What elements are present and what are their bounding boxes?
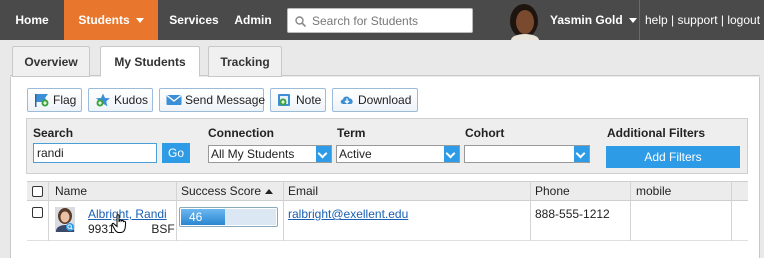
column-divider bbox=[176, 181, 177, 241]
download-button[interactable]: Download bbox=[332, 88, 418, 112]
additional-filters-label: Additional Filters bbox=[607, 126, 706, 140]
flag-icon bbox=[35, 94, 49, 107]
student-search-input[interactable] bbox=[312, 12, 468, 30]
column-divider bbox=[530, 181, 531, 241]
tab-overview[interactable]: Overview bbox=[12, 46, 90, 77]
help-links: help | support | logout bbox=[645, 0, 760, 40]
row-select-checkbox[interactable] bbox=[32, 207, 43, 218]
support-link[interactable]: support bbox=[678, 13, 718, 27]
envelope-icon bbox=[166, 94, 182, 105]
note-button-label: Note bbox=[296, 93, 322, 107]
note-button[interactable]: Note bbox=[270, 88, 326, 112]
star-plus-icon bbox=[96, 93, 110, 107]
connection-filter-label: Connection bbox=[208, 126, 274, 140]
nav-services[interactable]: Services bbox=[158, 0, 230, 40]
logout-link[interactable]: logout bbox=[727, 13, 760, 27]
column-header-phone[interactable]: Phone bbox=[535, 181, 570, 201]
name-search-field[interactable] bbox=[33, 143, 157, 163]
phone-number: 888-555-1212 bbox=[535, 207, 610, 221]
pointer-hand-cursor-icon bbox=[111, 214, 127, 233]
kudos-button[interactable]: Kudos bbox=[88, 88, 153, 112]
column-header-email[interactable]: Email bbox=[288, 181, 318, 201]
term-select-value: Active bbox=[339, 147, 372, 161]
user-menu[interactable]: Yasmin Gold bbox=[550, 0, 637, 40]
top-navigation-bar: Home Students Services Admin Yasmin Gold… bbox=[0, 0, 764, 40]
cohort-filter-label: Cohort bbox=[465, 126, 505, 140]
column-divider bbox=[283, 181, 284, 241]
column-divider bbox=[48, 181, 49, 241]
go-button[interactable]: Go bbox=[162, 143, 190, 163]
flag-button-label: Flag bbox=[53, 93, 77, 107]
tab-my-students[interactable]: My Students bbox=[100, 46, 200, 77]
student-search-box[interactable] bbox=[287, 8, 473, 33]
chevron-down-icon bbox=[574, 146, 589, 162]
success-score-fill bbox=[181, 209, 225, 225]
success-score-bar[interactable]: 46 bbox=[179, 207, 278, 227]
add-filters-button[interactable]: Add Filters bbox=[606, 146, 740, 168]
student-photo[interactable] bbox=[55, 207, 75, 232]
sort-ascending-icon bbox=[265, 189, 274, 195]
connection-select-value: All My Students bbox=[211, 147, 295, 161]
term-filter-label: Term bbox=[337, 126, 366, 140]
nav-students[interactable]: Students bbox=[64, 0, 158, 40]
nav-divider bbox=[639, 0, 640, 40]
flag-button[interactable]: Flag bbox=[27, 88, 82, 112]
email-link[interactable]: ralbright@exellent.edu bbox=[288, 207, 408, 221]
chevron-down-icon bbox=[444, 146, 459, 162]
tab-tracking[interactable]: Tracking bbox=[208, 46, 282, 77]
note-plus-icon bbox=[278, 94, 290, 106]
cloud-download-icon bbox=[340, 96, 353, 104]
link-separator: | bbox=[720, 13, 724, 27]
search-filter-label: Search bbox=[33, 126, 74, 140]
column-header-success-score[interactable]: Success Score bbox=[181, 181, 274, 201]
success-score-value: 46 bbox=[189, 210, 203, 224]
kudos-button-label: Kudos bbox=[114, 93, 149, 107]
download-button-label: Download bbox=[358, 93, 412, 107]
send-message-button-label: Send Message bbox=[185, 93, 266, 107]
nav-home[interactable]: Home bbox=[0, 0, 64, 40]
nav-students-label: Students bbox=[78, 13, 130, 27]
link-separator: | bbox=[671, 13, 675, 27]
chevron-down-icon bbox=[135, 18, 144, 24]
nav-admin[interactable]: Admin bbox=[230, 0, 276, 40]
column-divider bbox=[630, 181, 631, 241]
user-avatar[interactable] bbox=[503, 0, 543, 40]
tab-bar: Overview My Students Tracking bbox=[10, 46, 760, 77]
connection-select[interactable]: All My Students bbox=[208, 145, 332, 163]
cohort-select[interactable] bbox=[464, 145, 590, 163]
column-divider bbox=[731, 181, 732, 241]
select-all-checkbox[interactable] bbox=[32, 186, 43, 197]
student-id: 9931 BSF bbox=[88, 222, 175, 236]
chevron-down-icon bbox=[316, 146, 331, 162]
search-icon bbox=[295, 16, 306, 27]
chevron-down-icon bbox=[628, 18, 637, 24]
column-header-success-score-label: Success Score bbox=[181, 184, 262, 198]
term-select[interactable]: Active bbox=[336, 145, 460, 163]
column-header-name[interactable]: Name bbox=[55, 181, 87, 201]
send-message-button[interactable]: Send Message bbox=[159, 88, 266, 112]
column-header-mobile[interactable]: mobile bbox=[636, 181, 671, 201]
help-link[interactable]: help bbox=[645, 13, 668, 27]
user-name: Yasmin Gold bbox=[550, 13, 623, 27]
